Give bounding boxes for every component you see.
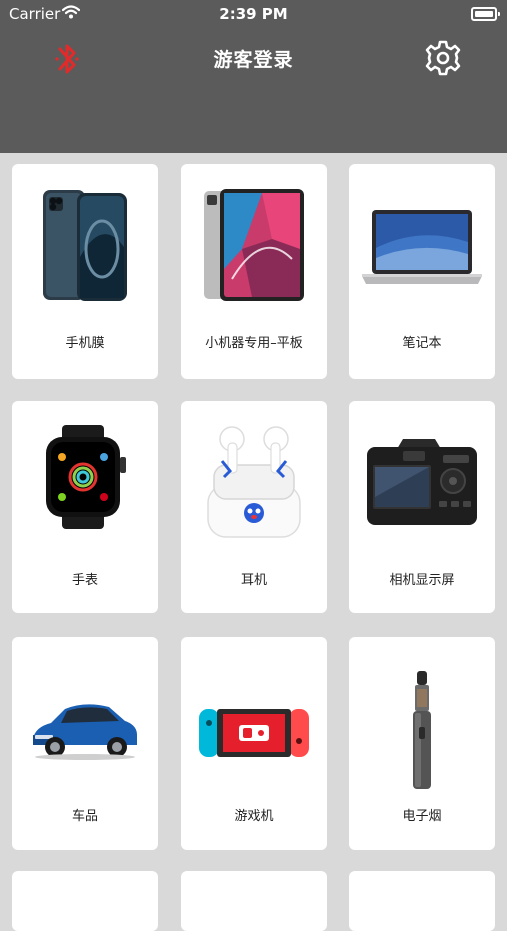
category-item-partial[interactable] (181, 871, 327, 931)
category-label: 手表 (71, 573, 98, 588)
category-label: 电子烟 (402, 809, 442, 824)
status-time: 2:39 PM (219, 5, 288, 23)
earbuds-image (207, 426, 301, 538)
category-item-partial[interactable] (12, 871, 158, 931)
watch-image (46, 425, 126, 529)
category-label: 车品 (71, 809, 98, 824)
category-label: 游戏机 (234, 809, 274, 824)
category-item-camera[interactable]: 相机显示屏 (349, 401, 495, 613)
category-item-watch[interactable]: 手表 (12, 401, 158, 613)
category-label: 相机显示屏 (389, 573, 455, 588)
category-item-car[interactable]: 车品 (12, 637, 158, 850)
category-label: 手机膜 (65, 336, 105, 351)
e-cigarette-image (413, 671, 431, 789)
battery-icon (471, 7, 500, 21)
category-item-laptop[interactable]: 笔记本 (349, 164, 495, 379)
category-label: 小机器专用–平板 (205, 336, 303, 351)
category-item-partial[interactable] (349, 871, 495, 931)
nav-header: Carrier 2:39 PM 游客登录 (0, 0, 507, 153)
laptop-image (362, 210, 482, 284)
car-image (33, 704, 137, 760)
camera-image (367, 439, 477, 525)
category-item-e-cigarette[interactable]: 电子烟 (349, 637, 495, 850)
category-label: 耳机 (240, 573, 267, 588)
gear-icon[interactable] (424, 38, 462, 78)
game-console-image (199, 709, 309, 757)
category-label: 笔记本 (402, 336, 442, 351)
phone-image (43, 190, 127, 301)
category-item-game-console[interactable]: 游戏机 (181, 637, 327, 850)
category-grid: 手机膜 小机器专用–平板 笔记本 手表 耳机 相机显示屏 车品 游戏机 电子烟 (0, 153, 507, 931)
status-bar: Carrier 2:39 PM (0, 0, 507, 30)
category-item-tablet[interactable]: 小机器专用–平板 (181, 164, 327, 379)
category-item-earbuds[interactable]: 耳机 (181, 401, 327, 613)
category-item-phone[interactable]: 手机膜 (12, 164, 158, 379)
tablet-image (204, 189, 304, 301)
